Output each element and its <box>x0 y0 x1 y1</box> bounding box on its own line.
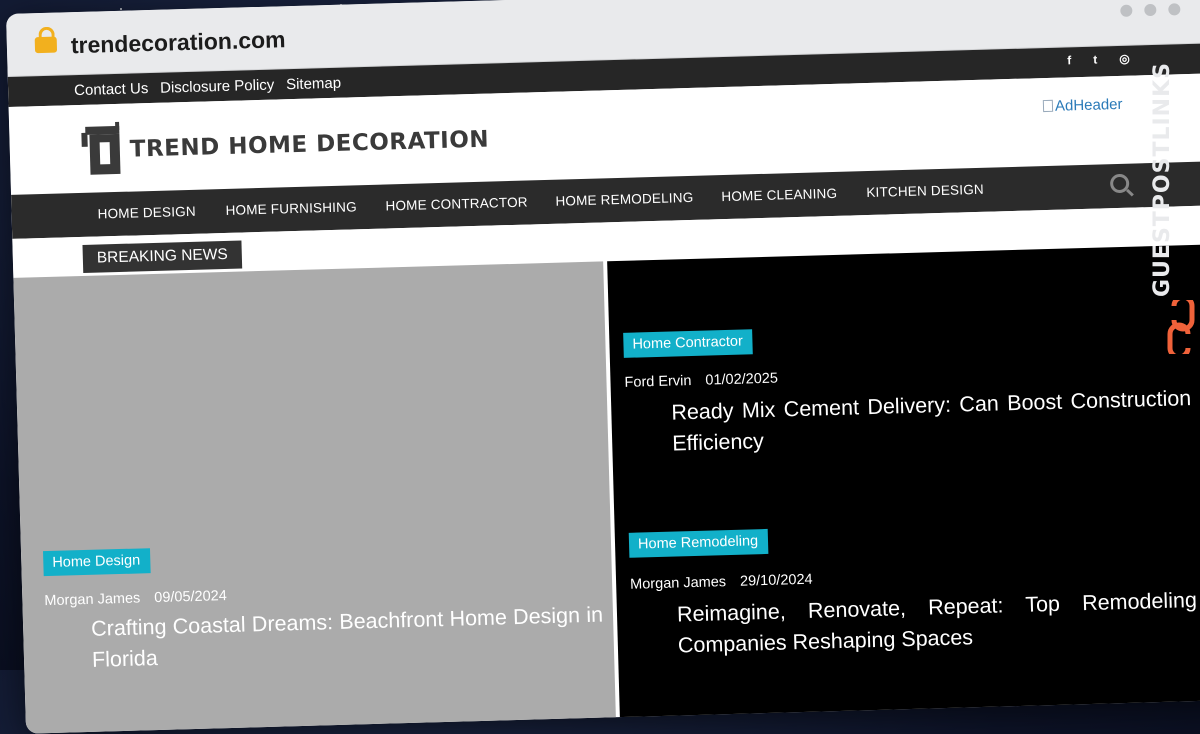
category-badge[interactable]: Home Design <box>43 548 151 577</box>
watermark-text: GUESTPOSTLINKS <box>1150 62 1175 298</box>
post-date: 09/05/2024 <box>154 588 228 607</box>
search-icon[interactable] <box>1109 173 1130 194</box>
window-controls <box>1120 3 1181 17</box>
nav-home-cleaning[interactable]: HOME CLEANING <box>721 186 837 204</box>
featured-post-large[interactable]: Home Design Morgan James 09/05/2024 Craft… <box>13 261 616 734</box>
post-date: 01/02/2025 <box>705 370 779 389</box>
post-author[interactable]: Ford Ervin <box>624 373 691 391</box>
facebook-icon[interactable]: f <box>1067 53 1071 67</box>
post-meta: Morgan James 09/05/2024 <box>44 588 227 609</box>
window-dot-icon[interactable] <box>1144 3 1157 17</box>
post-meta: Morgan James 29/10/2024 <box>630 572 813 593</box>
contact-us-link[interactable]: Contact Us <box>74 80 149 99</box>
watermark-link-icon <box>1167 300 1195 354</box>
ad-alt-text: AdHeader <box>1054 95 1123 115</box>
nav-home-contractor[interactable]: HOME CONTRACTOR <box>385 195 528 214</box>
post-meta: Ford Ervin 01/02/2025 <box>624 371 778 391</box>
post-title[interactable]: Crafting Coastal Dreams: Beachfront Home… <box>91 600 605 676</box>
twitter-icon[interactable]: t <box>1093 53 1097 67</box>
url-text[interactable]: trendecoration.com <box>71 26 286 59</box>
disclosure-policy-link[interactable]: Disclosure Policy <box>160 77 275 97</box>
window-dot-icon[interactable] <box>1120 4 1133 17</box>
nav-kitchen-design[interactable]: KITCHEN DESIGN <box>866 182 984 200</box>
broken-image-icon <box>1042 99 1054 113</box>
browser-window: trendecoration.com Contact Us Disclosure… <box>6 0 1200 734</box>
sitemap-link[interactable]: Sitemap <box>286 75 341 94</box>
lock-icon <box>34 36 58 54</box>
post-date: 29/10/2024 <box>739 571 813 590</box>
nav-home-design[interactable]: HOME DESIGN <box>97 204 196 222</box>
featured-post-column: Home Contractor Ford Ervin 01/02/2025 Rea… <box>607 243 1200 722</box>
social-links: f t ◎ <box>1067 52 1130 68</box>
ad-header-image[interactable]: AdHeader <box>1042 95 1123 115</box>
post-title[interactable]: Reimagine, Renovate, Repeat: Top Remodel… <box>677 585 1199 661</box>
instagram-icon[interactable]: ◎ <box>1119 52 1130 66</box>
post-title[interactable]: Ready Mix Cement Delivery: Can Boost Con… <box>671 383 1193 459</box>
post-author[interactable]: Morgan James <box>630 574 726 593</box>
category-badge[interactable]: Home Remodeling <box>628 528 769 558</box>
window-dot-icon[interactable] <box>1168 3 1181 16</box>
nav-home-furnishing[interactable]: HOME FURNISHING <box>225 199 357 218</box>
post-author[interactable]: Morgan James <box>44 590 140 609</box>
nav-home-remodeling[interactable]: HOME REMODELING <box>555 190 693 209</box>
category-badge[interactable]: Home Contractor <box>623 329 754 358</box>
breaking-news-label: BREAKING NEWS <box>82 240 243 273</box>
